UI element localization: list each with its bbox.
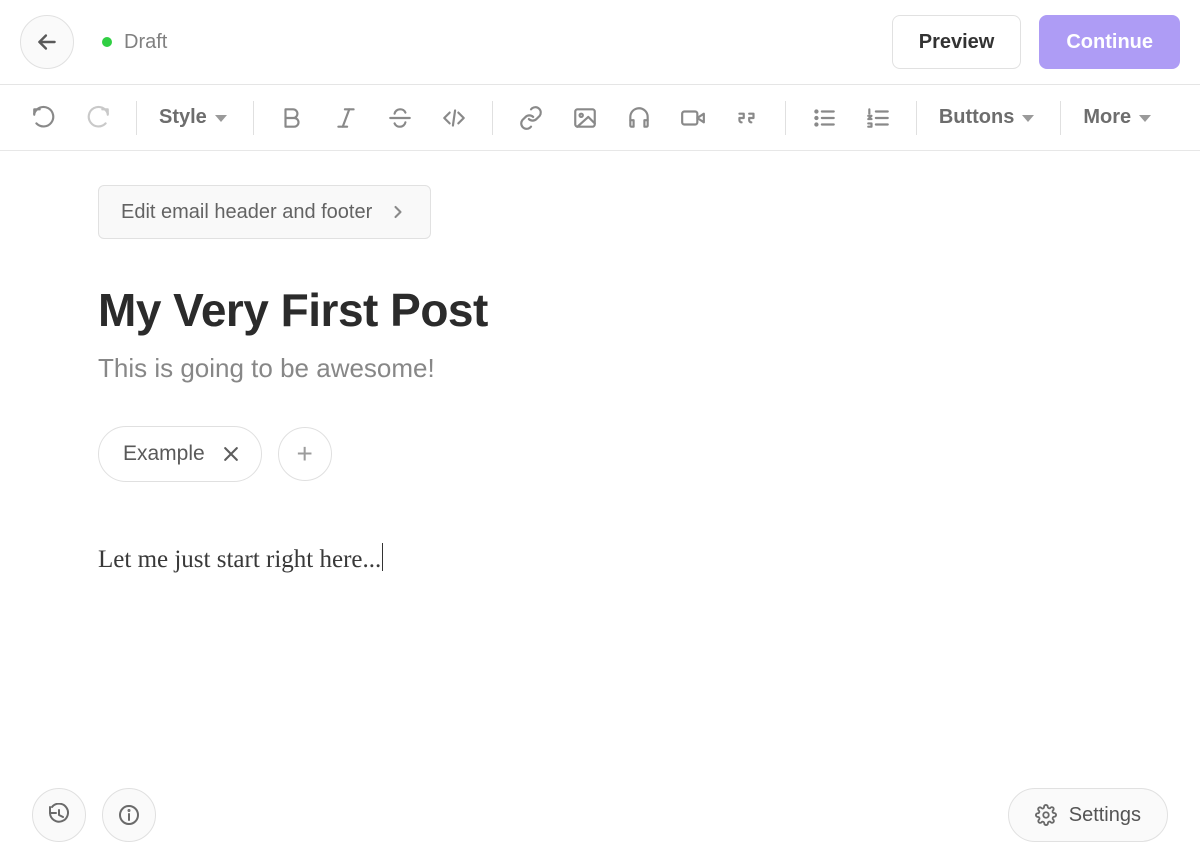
image-icon [572, 105, 598, 131]
add-tag-button[interactable]: + [278, 427, 332, 481]
video-button[interactable] [673, 98, 713, 138]
undo-button[interactable] [24, 98, 64, 138]
redo-icon [85, 105, 111, 131]
video-icon [680, 105, 706, 131]
bold-button[interactable] [272, 98, 312, 138]
toolbar-separator [1060, 101, 1061, 135]
edit-email-header-footer-button[interactable]: Edit email header and footer [98, 185, 431, 239]
gear-icon [1035, 804, 1057, 826]
style-dropdown[interactable]: Style [155, 106, 231, 129]
status-dot-icon [102, 37, 112, 47]
caret-down-icon [1139, 115, 1151, 122]
arrow-left-icon [34, 29, 60, 55]
plus-icon: + [297, 438, 313, 470]
headphones-icon [626, 105, 652, 131]
italic-button[interactable] [326, 98, 366, 138]
email-hf-label: Edit email header and footer [121, 201, 372, 224]
style-label: Style [159, 106, 207, 129]
code-button[interactable] [434, 98, 474, 138]
chevron-right-icon [388, 202, 408, 222]
undo-icon [31, 105, 57, 131]
history-icon [47, 803, 71, 827]
tag-pill[interactable]: Example [98, 426, 262, 482]
toolbar-separator [492, 101, 493, 135]
caret-down-icon [215, 115, 227, 122]
settings-label: Settings [1069, 804, 1141, 827]
audio-button[interactable] [619, 98, 659, 138]
numbered-list-icon [865, 105, 891, 131]
post-title-input[interactable]: My Very First Post [98, 283, 858, 337]
bold-icon [279, 105, 305, 131]
editor-toolbar: Style Buttons More [0, 85, 1200, 151]
post-subtitle-input[interactable]: This is going to be awesome! [98, 353, 858, 384]
settings-button[interactable]: Settings [1008, 788, 1168, 842]
toolbar-separator [136, 101, 137, 135]
quote-button[interactable] [727, 98, 767, 138]
editor-content: Edit email header and footer My Very Fir… [98, 151, 858, 860]
more-dropdown[interactable]: More [1079, 106, 1155, 129]
history-button[interactable] [32, 788, 86, 842]
text-caret [382, 543, 383, 571]
toolbar-separator [916, 101, 917, 135]
tag-label: Example [123, 442, 205, 466]
strikethrough-icon [387, 105, 413, 131]
post-status: Draft [102, 31, 167, 54]
status-label: Draft [124, 31, 167, 54]
link-button[interactable] [511, 98, 551, 138]
buttons-dropdown[interactable]: Buttons [935, 106, 1039, 129]
post-body-input[interactable]: Let me just start right here... [98, 540, 383, 580]
more-label: More [1083, 106, 1131, 129]
bullet-list-button[interactable] [804, 98, 844, 138]
quote-icon [734, 105, 760, 131]
editor-scroll[interactable]: Edit email header and footer My Very Fir… [0, 151, 1200, 860]
info-icon [117, 803, 141, 827]
close-icon [221, 444, 241, 464]
continue-button[interactable]: Continue [1039, 15, 1180, 69]
info-button[interactable] [102, 788, 156, 842]
italic-icon [333, 105, 359, 131]
body-text-content: Let me just start right here... [98, 546, 381, 573]
strikethrough-button[interactable] [380, 98, 420, 138]
code-icon [441, 105, 467, 131]
back-button[interactable] [20, 15, 74, 69]
bullet-list-icon [811, 105, 837, 131]
caret-down-icon [1022, 115, 1034, 122]
toolbar-separator [785, 101, 786, 135]
buttons-label: Buttons [939, 106, 1015, 129]
app-bar: Draft Preview Continue [0, 0, 1200, 85]
redo-button[interactable] [78, 98, 118, 138]
tag-row: Example + [98, 426, 858, 482]
toolbar-separator [253, 101, 254, 135]
preview-button[interactable]: Preview [892, 15, 1022, 69]
remove-tag-button[interactable] [221, 444, 241, 464]
image-button[interactable] [565, 98, 605, 138]
numbered-list-button[interactable] [858, 98, 898, 138]
link-icon [518, 105, 544, 131]
